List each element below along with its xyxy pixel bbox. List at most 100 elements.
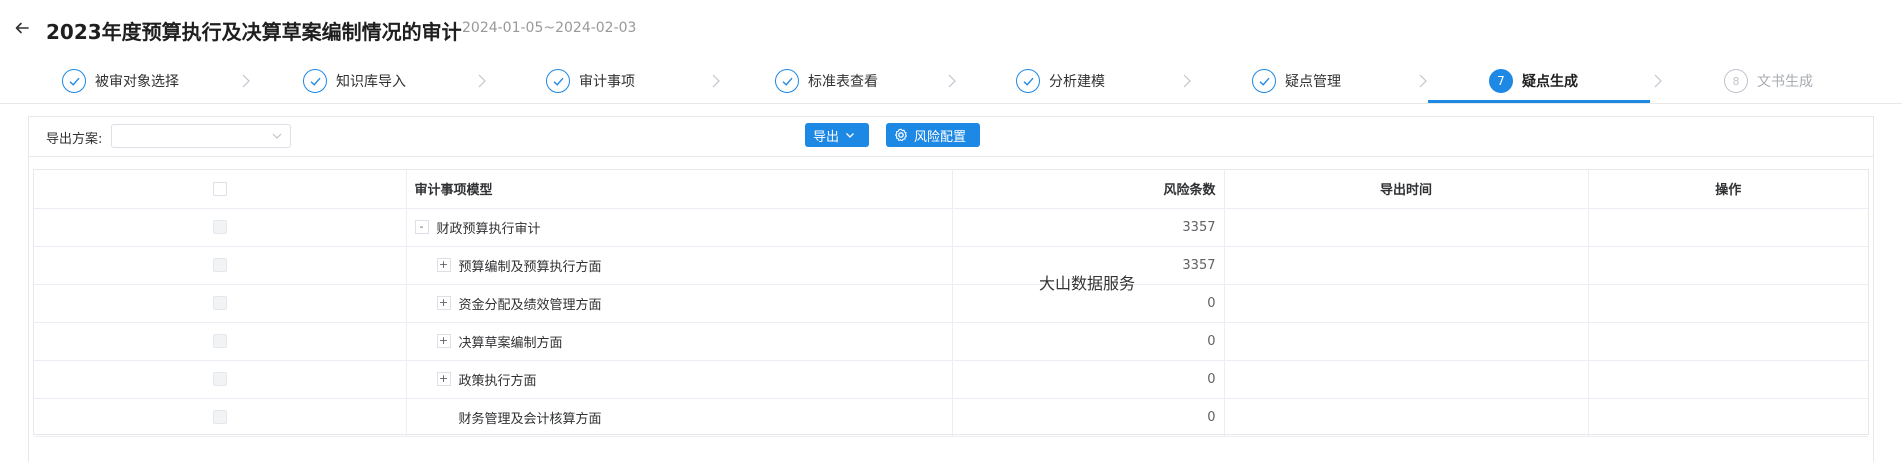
page-header: 2023年度预算执行及决算草案编制情况的审计 2024-01-05~2024-0… <box>0 0 1902 58</box>
expand-toggle[interactable]: + <box>436 334 451 348</box>
watermark-text: 大山数据服务 <box>1039 274 1136 293</box>
chevron-right-icon <box>242 74 250 88</box>
export-time <box>1223 284 1588 323</box>
row-select-cell <box>34 284 406 323</box>
step-standard-table-view[interactable]: 标准表查看 <box>775 66 878 96</box>
check-icon <box>62 69 86 93</box>
header-select-cell <box>34 170 406 209</box>
audit-model-table: 审计事项模型 风险条数 导出时间 操作 - 财政预算执行审计 3357 + 预算… <box>33 169 1869 437</box>
model-cell: + 预算编制及预算执行方面 <box>405 246 952 285</box>
model-cell: + 资金分配及绩效管理方面 <box>405 284 952 323</box>
step-navigation: 被审对象选择 知识库导入 审计事项 标准表查看 分析建模 疑点管理 7 疑点生成… <box>0 58 1902 104</box>
step-analysis-modeling[interactable]: 分析建模 <box>1016 66 1105 96</box>
active-step-indicator <box>1428 100 1650 103</box>
export-time <box>1223 322 1588 361</box>
check-icon <box>775 69 799 93</box>
table-row: - 财政预算执行审计 3357 <box>34 208 1868 247</box>
collapse-toggle[interactable]: - <box>414 220 429 234</box>
model-name: 资金分配及绩效管理方面 <box>458 297 602 313</box>
chevron-right-icon <box>712 74 720 88</box>
risk-count: 0 <box>951 360 1224 399</box>
step-label: 分析建模 <box>1049 74 1105 90</box>
chevron-right-icon <box>1419 74 1427 88</box>
expand-toggle[interactable]: + <box>436 258 451 272</box>
expand-toggle[interactable]: + <box>436 296 451 310</box>
risk-count: 3357 <box>951 208 1224 247</box>
row-select-cell <box>34 246 406 285</box>
risk-config-button[interactable]: 风险配置 <box>886 123 980 147</box>
step-doubt-management[interactable]: 疑点管理 <box>1252 66 1341 96</box>
date-range: 2024-01-05~2024-02-03 <box>462 20 637 36</box>
step-label: 被审对象选择 <box>95 74 179 90</box>
step-doubt-generation[interactable]: 7 疑点生成 <box>1489 66 1578 96</box>
select-all-checkbox[interactable] <box>212 181 227 196</box>
row-checkbox <box>212 258 227 272</box>
model-name: 预算编制及预算执行方面 <box>458 259 602 275</box>
table-row: + 预算编制及预算执行方面 3357 <box>34 246 1868 285</box>
risk-count: 0 <box>951 322 1224 361</box>
row-select-cell <box>34 322 406 361</box>
step-number-badge: 7 <box>1489 69 1513 93</box>
model-name: 财政预算执行审计 <box>436 221 541 237</box>
step-label: 审计事项 <box>579 74 635 90</box>
column-header-model: 审计事项模型 <box>405 170 952 209</box>
back-arrow-icon[interactable] <box>14 20 30 36</box>
step-label: 知识库导入 <box>336 74 406 90</box>
risk-count: 0 <box>951 398 1224 437</box>
operation-cell <box>1587 322 1868 361</box>
row-checkbox <box>212 220 227 234</box>
row-select-cell <box>34 398 406 437</box>
model-name: 决算草案编制方面 <box>458 335 563 351</box>
model-cell: 财务管理及会计核算方面 <box>405 398 952 437</box>
step-knowledge-base-import[interactable]: 知识库导入 <box>303 66 406 96</box>
step-number-badge: 8 <box>1724 69 1748 93</box>
check-icon <box>1252 69 1276 93</box>
model-cell: - 财政预算执行审计 <box>405 208 952 247</box>
row-checkbox <box>212 372 227 386</box>
export-time <box>1223 208 1588 247</box>
column-header-operation: 操作 <box>1587 170 1868 209</box>
toolbar: 导出方案: 导出 风险配置 <box>29 117 1873 157</box>
step-label: 疑点生成 <box>1522 74 1578 90</box>
page-title: 2023年度预算执行及决算草案编制情况的审计 <box>46 20 462 44</box>
operation-cell <box>1587 284 1868 323</box>
chevron-right-icon <box>948 74 956 88</box>
column-header-risk-count: 风险条数 <box>951 170 1224 209</box>
export-scheme-select[interactable] <box>111 124 291 148</box>
model-cell: + 决算草案编制方面 <box>405 322 952 361</box>
operation-cell <box>1587 208 1868 247</box>
export-button-label: 导出 <box>813 129 840 145</box>
row-checkbox <box>212 334 227 348</box>
row-checkbox <box>212 410 227 424</box>
gear-icon <box>895 128 907 142</box>
check-icon <box>303 69 327 93</box>
export-button[interactable]: 导出 <box>805 123 869 147</box>
model-name: 政策执行方面 <box>458 373 537 389</box>
model-name: 财务管理及会计核算方面 <box>458 411 602 427</box>
step-audited-object-selection[interactable]: 被审对象选择 <box>62 66 179 96</box>
check-icon <box>1016 69 1040 93</box>
chevron-right-icon <box>478 74 486 88</box>
step-label: 疑点管理 <box>1285 74 1341 90</box>
table-row: + 资金分配及绩效管理方面 0 <box>34 284 1868 323</box>
step-label: 文书生成 <box>1757 74 1813 90</box>
step-audit-items[interactable]: 审计事项 <box>546 66 635 96</box>
chevron-down-icon <box>846 133 854 138</box>
operation-cell <box>1587 398 1868 437</box>
chevron-down-icon <box>272 133 282 139</box>
step-document-generation[interactable]: 8 文书生成 <box>1724 66 1813 96</box>
model-cell: + 政策执行方面 <box>405 360 952 399</box>
table-row: + 政策执行方面 0 <box>34 360 1868 399</box>
check-icon <box>546 69 570 93</box>
column-header-export-time: 导出时间 <box>1223 170 1588 209</box>
export-scheme-label: 导出方案: <box>46 132 103 147</box>
step-label: 标准表查看 <box>808 74 878 90</box>
expand-toggle[interactable]: + <box>436 372 451 386</box>
table-row: + 决算草案编制方面 0 <box>34 322 1868 361</box>
table-header-row: 审计事项模型 风险条数 导出时间 操作 <box>34 170 1868 209</box>
chevron-right-icon <box>1183 74 1191 88</box>
risk-config-button-label: 风险配置 <box>914 129 967 145</box>
export-time <box>1223 246 1588 285</box>
row-select-cell <box>34 208 406 247</box>
export-time <box>1223 398 1588 437</box>
